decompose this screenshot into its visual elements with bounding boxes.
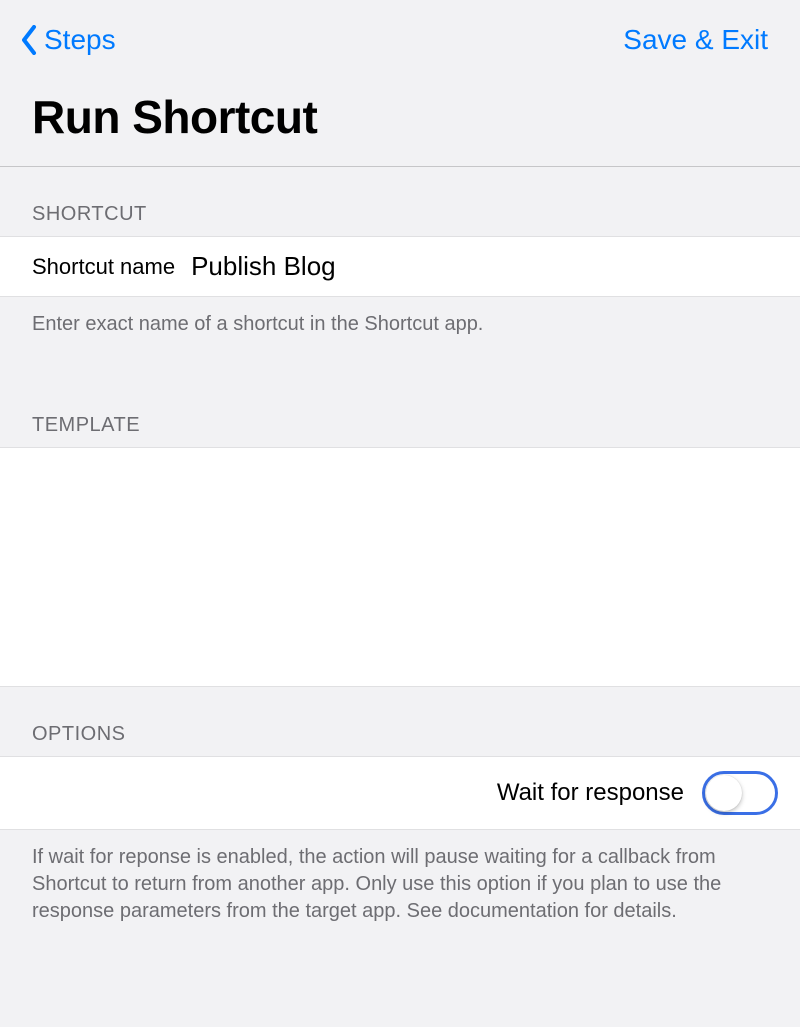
title-wrap: Run Shortcut xyxy=(0,72,800,167)
nav-bar: Steps Save & Exit xyxy=(0,0,800,72)
shortcut-name-row[interactable]: Shortcut name xyxy=(0,236,800,297)
save-exit-button[interactable]: Save & Exit xyxy=(623,24,768,56)
chevron-left-icon xyxy=(20,25,38,55)
page-title: Run Shortcut xyxy=(32,90,768,144)
shortcut-section-footer: Enter exact name of a shortcut in the Sh… xyxy=(0,297,800,358)
wait-for-response-toggle[interactable] xyxy=(702,771,778,815)
shortcut-section-header: SHORTCUT xyxy=(0,167,800,236)
shortcut-name-label: Shortcut name xyxy=(32,254,175,280)
back-label: Steps xyxy=(44,24,116,56)
wait-for-response-row: Wait for response xyxy=(0,756,800,830)
template-section-header: TEMPLATE xyxy=(0,358,800,447)
shortcut-name-input[interactable] xyxy=(191,251,768,282)
template-textarea[interactable] xyxy=(0,447,800,687)
wait-for-response-label: Wait for response xyxy=(497,779,684,807)
toggle-knob xyxy=(706,775,742,811)
save-exit-label: Save & Exit xyxy=(623,24,768,55)
options-section-footer: If wait for reponse is enabled, the acti… xyxy=(0,830,800,945)
options-section-header: OPTIONS xyxy=(0,687,800,756)
back-button[interactable]: Steps xyxy=(20,24,116,56)
